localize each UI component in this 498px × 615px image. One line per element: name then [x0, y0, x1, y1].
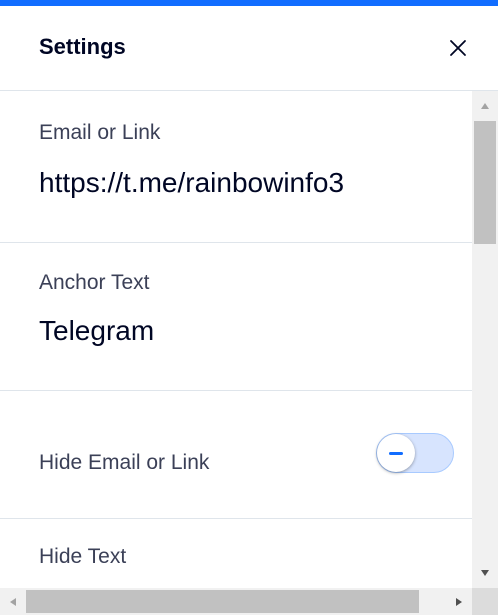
- anchor-text-value[interactable]: Telegram: [39, 315, 154, 347]
- close-icon: [450, 40, 466, 56]
- scroll-down-arrow[interactable]: [472, 558, 498, 588]
- hide-email-or-link-label: Hide Email or Link: [39, 451, 210, 474]
- panel-header: Settings: [0, 6, 498, 91]
- scroll-up-arrow[interactable]: [472, 91, 498, 121]
- scroll-right-arrow[interactable]: [446, 588, 472, 615]
- anchor-text-label: Anchor Text: [39, 271, 150, 294]
- hide-email-or-link-toggle[interactable]: [376, 433, 454, 473]
- close-button[interactable]: [445, 35, 471, 61]
- email-or-link-value[interactable]: https://t.me/rainbowinfo3: [39, 167, 344, 199]
- toggle-off-icon: [389, 451, 403, 455]
- panel-title: Settings: [39, 34, 126, 59]
- triangle-up-icon: [481, 103, 489, 109]
- horizontal-scrollbar[interactable]: [0, 588, 472, 615]
- horizontal-scroll-thumb[interactable]: [26, 590, 419, 613]
- hide-email-or-link-section: Hide Email or Link: [0, 391, 472, 519]
- email-or-link-section: Email or Link https://t.me/rainbowinfo3: [0, 91, 472, 243]
- hide-text-label: Hide Text: [39, 545, 127, 568]
- email-or-link-label: Email or Link: [39, 121, 161, 144]
- scroll-left-arrow[interactable]: [0, 588, 26, 615]
- triangle-left-icon: [10, 597, 16, 606]
- anchor-text-section: Anchor Text Telegram: [0, 243, 472, 391]
- vertical-scrollbar[interactable]: [472, 91, 498, 588]
- scrollbar-corner: [472, 588, 498, 615]
- toggle-knob: [377, 434, 415, 472]
- hide-text-section: Hide Text: [0, 519, 472, 588]
- vertical-scroll-thumb[interactable]: [474, 121, 496, 244]
- triangle-right-icon: [456, 597, 462, 606]
- triangle-down-icon: [481, 570, 489, 576]
- settings-content: Email or Link https://t.me/rainbowinfo3 …: [0, 91, 472, 588]
